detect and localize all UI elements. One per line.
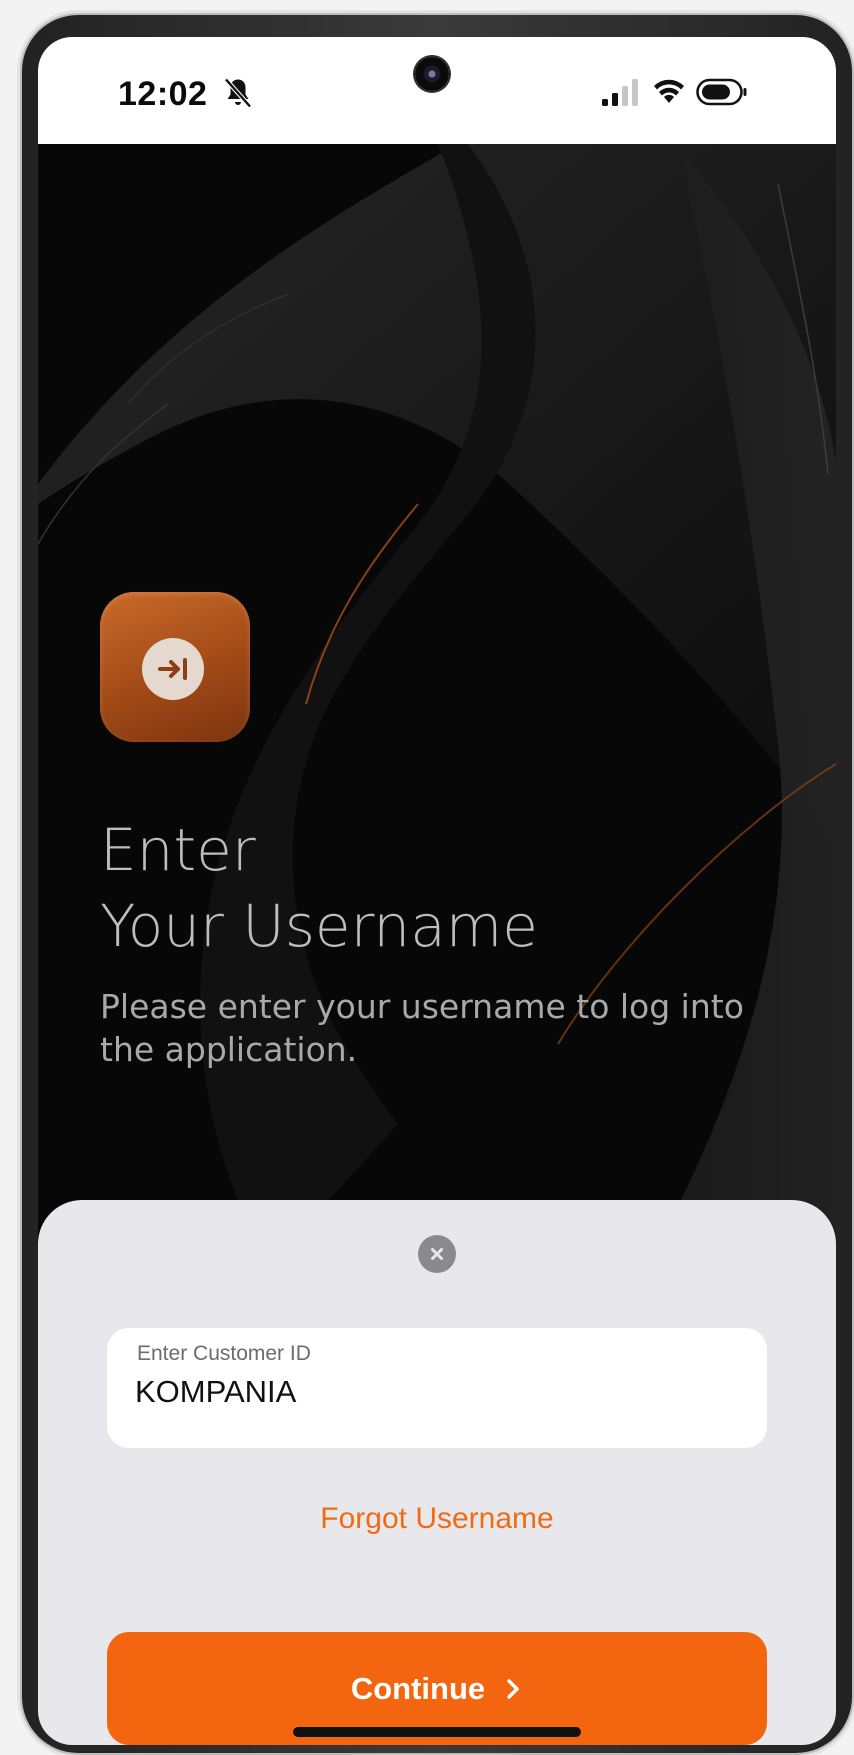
close-button[interactable] (418, 1235, 456, 1273)
cellular-signal-icon (602, 79, 638, 106)
login-tile (100, 592, 250, 742)
wifi-icon (654, 79, 684, 103)
status-bar: 12:02 (38, 37, 836, 144)
phone-frame: 12:02 Enter Your Username Please enter y… (22, 15, 852, 1753)
customer-id-input[interactable] (135, 1374, 735, 1410)
forgot-username-link[interactable]: Forgot Username (38, 1502, 836, 1536)
page-subtitle: Please enter your username to log into t… (100, 987, 744, 1069)
customer-id-field[interactable]: Enter Customer ID (107, 1328, 767, 1448)
home-indicator[interactable] (293, 1727, 581, 1737)
chevron-right-icon (507, 1678, 519, 1699)
bottom-sheet: Enter Customer ID Forgot Username Contin… (38, 1200, 836, 1745)
title-line-2: Your Username (100, 892, 538, 960)
bell-muted-icon (224, 78, 252, 108)
customer-id-label: Enter Customer ID (137, 1342, 311, 1365)
continue-label: Continue (350, 1670, 486, 1706)
close-icon (431, 1248, 443, 1260)
front-camera-icon (415, 57, 449, 91)
status-time: 12:02 (118, 75, 208, 113)
battery-icon (696, 78, 747, 106)
page-title: Enter Your Username (100, 812, 800, 964)
title-line-1: Enter (100, 816, 256, 884)
app-screen: 12:02 Enter Your Username Please enter y… (38, 37, 836, 1745)
login-arrow-icon (142, 638, 204, 700)
